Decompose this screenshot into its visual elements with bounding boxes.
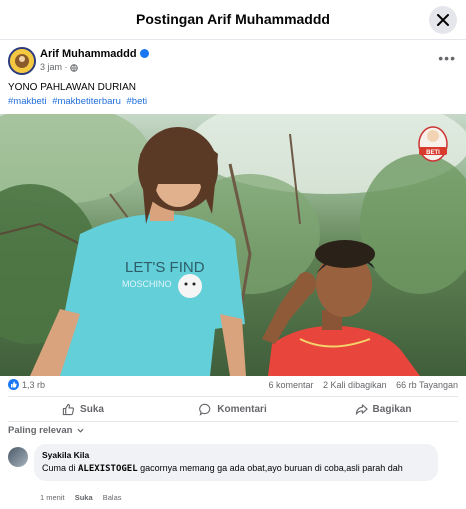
author-name[interactable]: Arif Muhammaddd [40, 48, 149, 60]
like-reaction-icon [8, 379, 19, 391]
author-avatar[interactable] [8, 47, 36, 75]
like-button[interactable]: Suka [8, 397, 158, 421]
share-count[interactable]: 2 Kali dibagikan [323, 380, 387, 390]
close-icon [437, 14, 449, 26]
comment-actions: 1 menit Suka Balas [40, 493, 130, 502]
commenter-name[interactable]: Syakila Kila [42, 450, 430, 460]
post-video[interactable]: LET'S FIND MOSCHINO BETI [0, 114, 466, 376]
post-meta: 3 jam · [40, 62, 78, 72]
post-text: YONO PAHLAWAN DURIAN [8, 82, 136, 93]
comment-sort-dropdown[interactable]: Paling relevan [8, 425, 84, 436]
public-globe-icon [70, 63, 78, 72]
dialog-header: Postingan Arif Muhammaddd [0, 0, 466, 40]
comment-button[interactable]: Komentari [158, 397, 308, 421]
shirt-print-text: LET'S FIND [125, 259, 205, 276]
post-actions-bar: Suka Komentari Bagikan [8, 396, 458, 422]
hashtag-link[interactable]: #makbeti [8, 96, 47, 107]
close-button[interactable] [429, 6, 457, 34]
chevron-down-icon [77, 428, 84, 433]
channel-sticker-logo: BETI [418, 126, 448, 162]
reaction-count[interactable]: 1,3 rb [22, 380, 45, 390]
comment-reply-button[interactable]: Balas [103, 493, 122, 502]
verified-badge-icon [139, 48, 149, 58]
more-options-button[interactable]: ••• [438, 50, 456, 66]
comment-bubble: Syakila Kila Cuma di ALEXISTOGEL gacorny… [34, 444, 438, 481]
shirt-print-brand: MOSCHINO [122, 279, 172, 289]
hashtag-link[interactable]: #beti [127, 96, 148, 107]
thumbs-up-icon [62, 403, 75, 415]
comment-like-button[interactable]: Suka [75, 493, 93, 502]
comment-count[interactable]: 6 komentar [269, 380, 314, 390]
post-hashtags: #makbeti #makbetiterbaru #beti [8, 96, 150, 107]
hashtag-link[interactable]: #makbetiterbaru [52, 96, 121, 107]
post-time[interactable]: 3 jam [40, 62, 62, 72]
sticker-text: BETI [426, 150, 440, 156]
post-author-row: Arif Muhammaddd 3 jam · ••• [8, 47, 458, 77]
share-button[interactable]: Bagikan [308, 397, 458, 421]
comment-text: Cuma di ALEXISTOGEL gacornya memang ga a… [42, 463, 403, 474]
share-arrow-icon [355, 403, 368, 415]
comment-bubble-icon [199, 403, 211, 416]
dialog-title: Postingan Arif Muhammaddd [136, 11, 330, 27]
commenter-avatar[interactable] [8, 447, 28, 467]
view-count: 66 rb Tayangan [396, 380, 458, 390]
comment-time[interactable]: 1 menit [40, 493, 65, 502]
post-stats: 1,3 rb 6 komentar 2 Kali dibagikan 66 rb… [8, 379, 458, 394]
